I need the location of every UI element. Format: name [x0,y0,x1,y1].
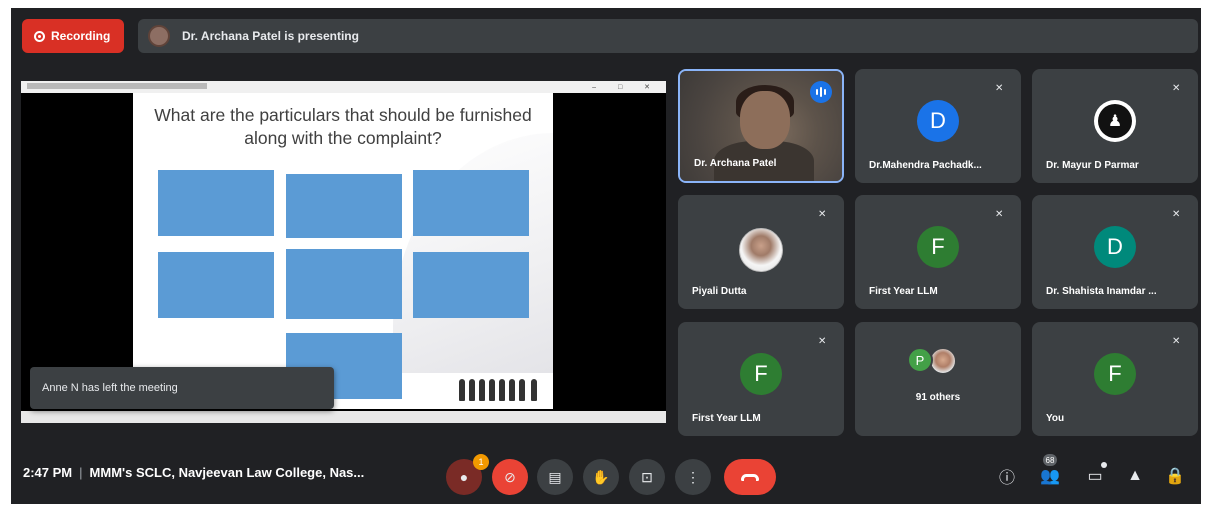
participant-avatar: F [917,226,959,268]
window-controls: – □ ✕ [592,84,660,91]
info-icon: ⓘ [998,470,1015,487]
participant-name: First Year LLM [692,413,761,424]
present-button[interactable]: ⊡ [629,459,665,495]
mic-off-icon: ✕ [1172,336,1181,347]
activities-button[interactable]: ▲ [1122,463,1148,489]
window-title [27,83,207,89]
participant-avatar: F [1094,353,1136,395]
presenter-avatar [148,25,170,47]
meet-window: Recording Dr. Archana Patel is presentin… [11,8,1201,504]
mic-off-icon: ✕ [995,83,1004,94]
slide-title: What are the particulars that should be … [154,105,532,148]
participant-name: First Year LLM [869,286,938,297]
present-icon: ⊡ [641,468,653,485]
raise-hand-button[interactable]: ✋ [583,459,619,495]
participant-tile-first-year-llm[interactable]: ✕ F First Year LLM [855,195,1021,309]
slide-box-2 [286,174,402,238]
participant-avatar: P [907,347,933,373]
slide-box-1 [158,170,274,236]
recording-indicator[interactable]: Recording [22,19,124,53]
current-time: 2:47 PM [23,465,73,480]
slide-box-3 [413,170,529,236]
presentation-slide: What are the particulars that should be … [133,93,553,409]
participant-tile-shahista[interactable]: ✕ D Dr. Shahista Inamdar ... [1032,195,1198,309]
slide-box-4 [158,252,274,318]
participant-tile-you[interactable]: ✕ F You [1032,322,1198,436]
participant-tile-first-year-llm-2[interactable]: ✕ F First Year LLM [678,322,844,436]
top-bar: Recording Dr. Archana Patel is presentin… [20,18,1200,54]
mic-icon: ● [459,469,469,485]
participant-name: Dr. Mayur D Parmar [1046,160,1139,171]
mic-off-icon: ✕ [995,209,1004,220]
chat-notification-dot [1101,462,1107,468]
participant-tile-mayur[interactable]: ✕ ♟ Dr. Mayur D Parmar [1032,69,1198,183]
participant-tile-archana[interactable]: Dr. Archana Patel [678,69,844,183]
captions-icon: ▤ [548,468,562,485]
meeting-name: MMM's SCLC, Navjeevan Law College, Nas..… [89,465,365,480]
participant-name: Dr.Mahendra Pachadk... [869,160,982,171]
participant-photo [929,347,957,375]
captions-button[interactable]: ▤ [537,459,573,495]
participant-name: Dr. Archana Patel [694,158,777,169]
participant-tile-piyali[interactable]: ✕ Piyali Dutta [678,195,844,309]
recording-label: Recording [51,29,111,43]
camera-off-icon: ⊘ [504,468,516,485]
bottom-bar: 2:47 PM | MMM's SCLC, Navjeevan Law Colleg… [11,448,1201,504]
more-options-button[interactable]: ⋮ [675,459,711,495]
mic-off-icon: ✕ [818,336,827,347]
slide-box-5 [286,249,402,319]
meeting-details-button[interactable]: ⓘ [994,463,1020,489]
mic-off-icon: ✕ [818,209,827,220]
host-controls-button[interactable]: 🔒 [1162,463,1188,489]
participant-tile-mahendra[interactable]: ✕ D Dr.Mahendra Pachadk... [855,69,1021,183]
powerpoint-titlebar: – □ ✕ [21,81,666,93]
participant-name: Piyali Dutta [692,286,747,297]
more-vert-icon: ⋮ [686,468,700,485]
phone-hangup-icon [741,473,759,481]
meeting-info: 2:47 PM | MMM's SCLC, Navjeevan Law Colleg… [23,465,365,480]
people-silhouettes [455,369,545,405]
presenting-text: Dr. Archana Patel is presenting [182,29,359,43]
mic-off-icon: ✕ [1172,83,1181,94]
slide-box-6 [413,252,529,318]
people-icon: 👥 [1040,468,1060,485]
activities-icon: ▲ [1127,467,1143,484]
record-icon [34,30,45,42]
participant-photo [739,228,783,272]
powerpoint-statusbar [21,411,666,423]
participant-name: Dr. Shahista Inamdar ... [1046,286,1157,297]
notification-toast: Anne N has left the meeting [30,367,334,409]
hand-icon: ✋ [592,468,610,485]
mic-off-icon: ✕ [1172,209,1181,220]
participant-avatar: D [917,100,959,142]
lock-icon: 🔒 [1165,468,1185,485]
presenting-banner: Dr. Archana Patel is presenting [138,19,1198,53]
participant-avatar: F [740,353,782,395]
camera-button[interactable]: ⊘ [492,459,528,495]
participant-avatar: D [1094,226,1136,268]
mic-badge: 1 [473,454,489,470]
speaking-icon [810,81,832,103]
people-button[interactable]: 👥 [1037,463,1063,489]
chat-icon: ▭ [1087,468,1103,485]
participant-avatar: ♟ [1094,100,1136,142]
others-tile[interactable]: P 91 others [855,322,1021,436]
people-count-badge: 68 [1043,454,1057,466]
leave-call-button[interactable] [724,459,776,495]
others-count: 91 others [915,392,961,403]
participant-name: You [1046,413,1065,424]
